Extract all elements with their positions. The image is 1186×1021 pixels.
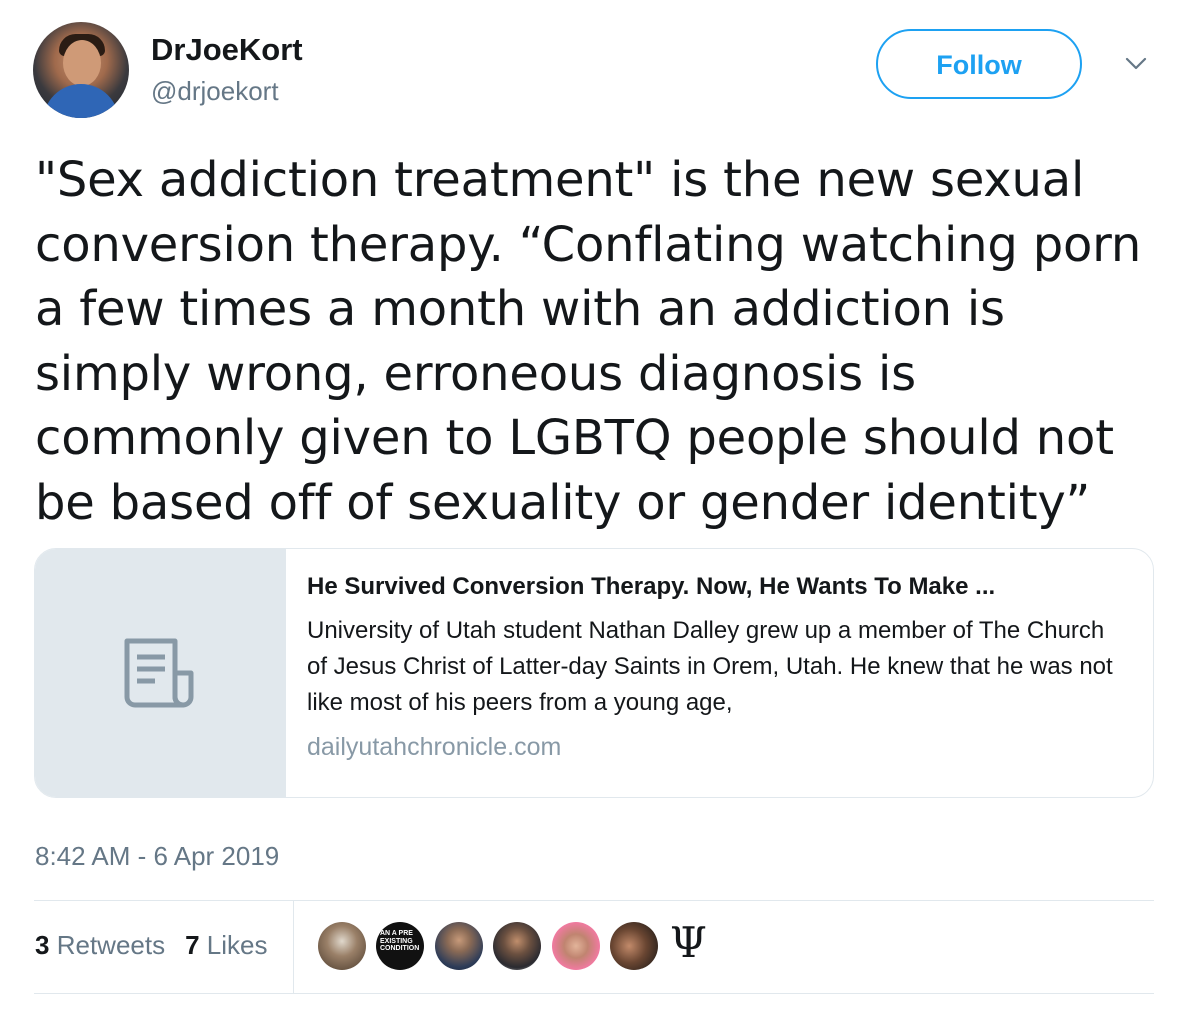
divider-top [34, 900, 1154, 901]
link-card[interactable]: He Survived Conversion Therapy. Now, He … [34, 548, 1154, 798]
divider-bottom [34, 993, 1154, 994]
card-thumbnail [35, 549, 286, 797]
liker-avatar[interactable] [493, 922, 541, 970]
tweet-header: DrJoeKort @drjoekort Follow [33, 20, 1157, 120]
liker-avatar[interactable]: AN A PRE EXISTING CONDITION [376, 922, 424, 970]
author-avatar[interactable] [33, 22, 129, 118]
liker-avatar[interactable] [318, 922, 366, 970]
tweet-stats: 3 Retweets 7 Likes [35, 930, 268, 961]
likes-stat[interactable]: 7 Likes [185, 930, 267, 960]
liker-avatar[interactable] [552, 922, 600, 970]
liker-avatar[interactable] [435, 922, 483, 970]
author-display-name[interactable]: DrJoeKort [151, 32, 303, 68]
retweets-label: Retweets [56, 930, 166, 960]
follow-button[interactable]: Follow [876, 29, 1082, 99]
liker-avatar[interactable] [610, 922, 658, 970]
card-title[interactable]: He Survived Conversion Therapy. Now, He … [307, 573, 1127, 601]
liker-avatar-badge-text: AN A PRE EXISTING CONDITION [380, 930, 420, 952]
card-description: University of Utah student Nathan Dalley… [307, 617, 1113, 716]
likes-count: 7 [185, 930, 200, 960]
stats-separator [293, 901, 294, 993]
author-handle[interactable]: @drjoekort [151, 76, 279, 107]
tweet-timestamp[interactable]: 8:42 AM - 6 Apr 2019 [35, 841, 279, 872]
tweet-text: "Sex addiction treatment" is the new sex… [35, 152, 1142, 531]
liker-avatar-psi[interactable]: Ψ [670, 918, 707, 967]
card-domain: dailyutahchronicle.com [307, 733, 562, 761]
card-body: He Survived Conversion Therapy. Now, He … [307, 573, 1127, 762]
likes-label: Likes [206, 930, 268, 960]
retweets-stat[interactable]: 3 Retweets [35, 930, 165, 960]
chevron-down-icon[interactable] [1125, 57, 1147, 71]
document-icon [124, 638, 194, 708]
retweets-count: 3 [35, 930, 50, 960]
